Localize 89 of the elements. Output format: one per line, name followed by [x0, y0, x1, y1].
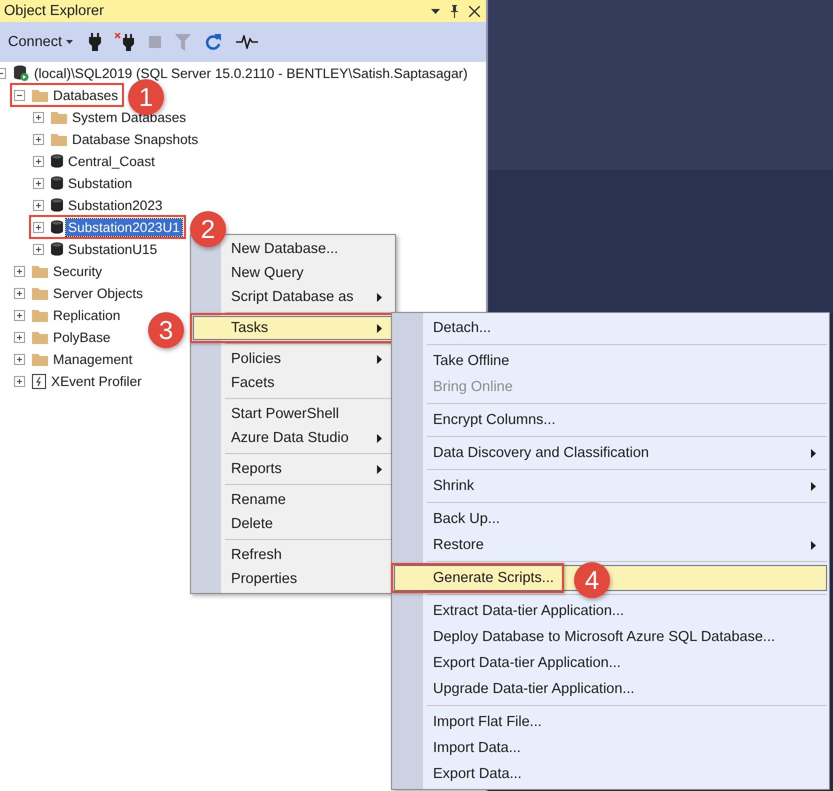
step-badge: 2 [190, 211, 226, 248]
menu-item[interactable]: Reports [193, 457, 393, 481]
server-icon [13, 65, 29, 81]
submenu-arrow-icon [377, 324, 382, 332]
dropdown-icon [431, 8, 440, 14]
expand-toggle[interactable] [33, 244, 44, 254]
profiler-icon [32, 374, 46, 388]
tree-item[interactable]: Security [51, 262, 104, 280]
submenu-arrow-icon [377, 434, 382, 442]
folder-icon [32, 264, 48, 278]
menu-item[interactable]: Import Flat File... [394, 709, 827, 735]
folder-icon [51, 132, 67, 146]
menu-item[interactable]: Export Data-tier Application... [394, 650, 827, 676]
expand-toggle[interactable] [14, 310, 25, 320]
tree-item[interactable]: XEvent Profiler [49, 372, 144, 390]
tree-item[interactable]: Central_Coast [66, 152, 157, 170]
expand-toggle[interactable] [33, 200, 44, 210]
menu-item[interactable]: Start PowerShell [193, 402, 393, 426]
folder-icon [32, 88, 48, 102]
menu-item[interactable]: Import Data... [394, 735, 827, 761]
menu-item[interactable]: Upgrade Data-tier Application... [394, 676, 827, 702]
submenu-arrow-icon [377, 292, 382, 302]
menu-item[interactable]: Rename [193, 488, 393, 512]
menu-item[interactable]: Back Up... [394, 506, 827, 532]
menu-item[interactable]: Restore [394, 532, 827, 558]
database-icon [51, 242, 63, 256]
tree-item[interactable]: Replication [51, 306, 122, 324]
submenu-arrow-icon [811, 448, 816, 458]
menu-item[interactable]: Export Data... [394, 761, 827, 787]
folder-icon [32, 330, 48, 344]
submenu-arrow-icon [811, 540, 816, 550]
expand-toggle[interactable] [33, 156, 44, 166]
menu-item[interactable]: Extract Data-tier Application... [394, 598, 827, 624]
menu-item[interactable]: Deploy Database to Microsoft Azure SQL Database... [394, 624, 827, 650]
submenu-arrow-icon [377, 464, 382, 474]
folder-icon [51, 110, 67, 124]
menu-item[interactable]: Detach... [394, 315, 827, 341]
caret-icon [66, 40, 74, 44]
expand-toggle[interactable] [14, 354, 25, 364]
menu-item[interactable]: Script Database as [193, 285, 393, 309]
expand-toggle[interactable] [33, 112, 44, 122]
menu-item[interactable]: Shrink [394, 473, 827, 499]
menu-item[interactable]: Encrypt Columns... [394, 407, 827, 433]
menu-item[interactable]: Data Discovery and Classification [394, 440, 827, 466]
folder-icon [32, 352, 48, 366]
pin-icon [450, 4, 459, 18]
expand-toggle[interactable] [14, 288, 25, 298]
menu-item[interactable]: Policies [193, 347, 393, 371]
menu-item[interactable]: New Query [193, 261, 393, 285]
tree-item[interactable]: Database Snapshots [70, 130, 200, 148]
expand-toggle[interactable] [33, 134, 44, 144]
database-icon [51, 154, 63, 168]
database-icon [51, 198, 63, 212]
folder-icon [32, 308, 48, 322]
tree-item[interactable]: Management [51, 350, 134, 368]
connect-button[interactable]: Connect [8, 34, 74, 50]
menu-item[interactable]: Properties [193, 567, 393, 591]
menu-item[interactable]: Tasks [193, 316, 393, 340]
menu-item[interactable]: Refresh [193, 543, 393, 567]
menu-item[interactable]: Take Offline [394, 348, 827, 374]
disconnect-icon[interactable] [115, 33, 136, 51]
folder-icon [32, 286, 48, 300]
tree-item[interactable]: Databases [51, 86, 120, 104]
tree-item[interactable]: SubstationU15 [66, 240, 160, 258]
expand-toggle[interactable] [33, 222, 44, 232]
close-icon [469, 6, 480, 16]
database-icon [51, 176, 63, 190]
menu-item[interactable]: Delete [193, 512, 393, 536]
expand-toggle[interactable] [14, 266, 25, 276]
expand-toggle[interactable] [33, 178, 44, 188]
collapse-toggle[interactable] [14, 90, 25, 100]
database-icon [51, 220, 63, 234]
expand-toggle[interactable] [14, 376, 25, 386]
activity-monitor-icon[interactable] [236, 35, 258, 49]
step-badge: 4 [574, 562, 610, 598]
tree-item[interactable]: PolyBase [51, 328, 112, 346]
menu-item[interactable]: Facets [193, 371, 393, 395]
submenu-arrow-icon [377, 354, 382, 364]
expand-toggle[interactable] [14, 332, 25, 342]
tree-item[interactable]: Substation [66, 174, 134, 192]
submenu-arrow-icon [811, 482, 816, 490]
tree-item[interactable]: (local)\SQL2019 (SQL Server 15.0.2110 - BENTLEY\Satish.Saptasagar) [32, 64, 470, 82]
tree-item[interactable]: Substation2023U1 [66, 218, 182, 236]
tree-item[interactable]: Substation2023 [66, 196, 164, 214]
panel-title: Object Explorer [4, 3, 105, 19]
refresh-icon[interactable] [205, 33, 222, 51]
tree-item[interactable]: Server Objects [51, 284, 145, 302]
menu-item[interactable]: Azure Data Studio [193, 426, 393, 450]
connect-plug-icon[interactable] [89, 33, 102, 51]
